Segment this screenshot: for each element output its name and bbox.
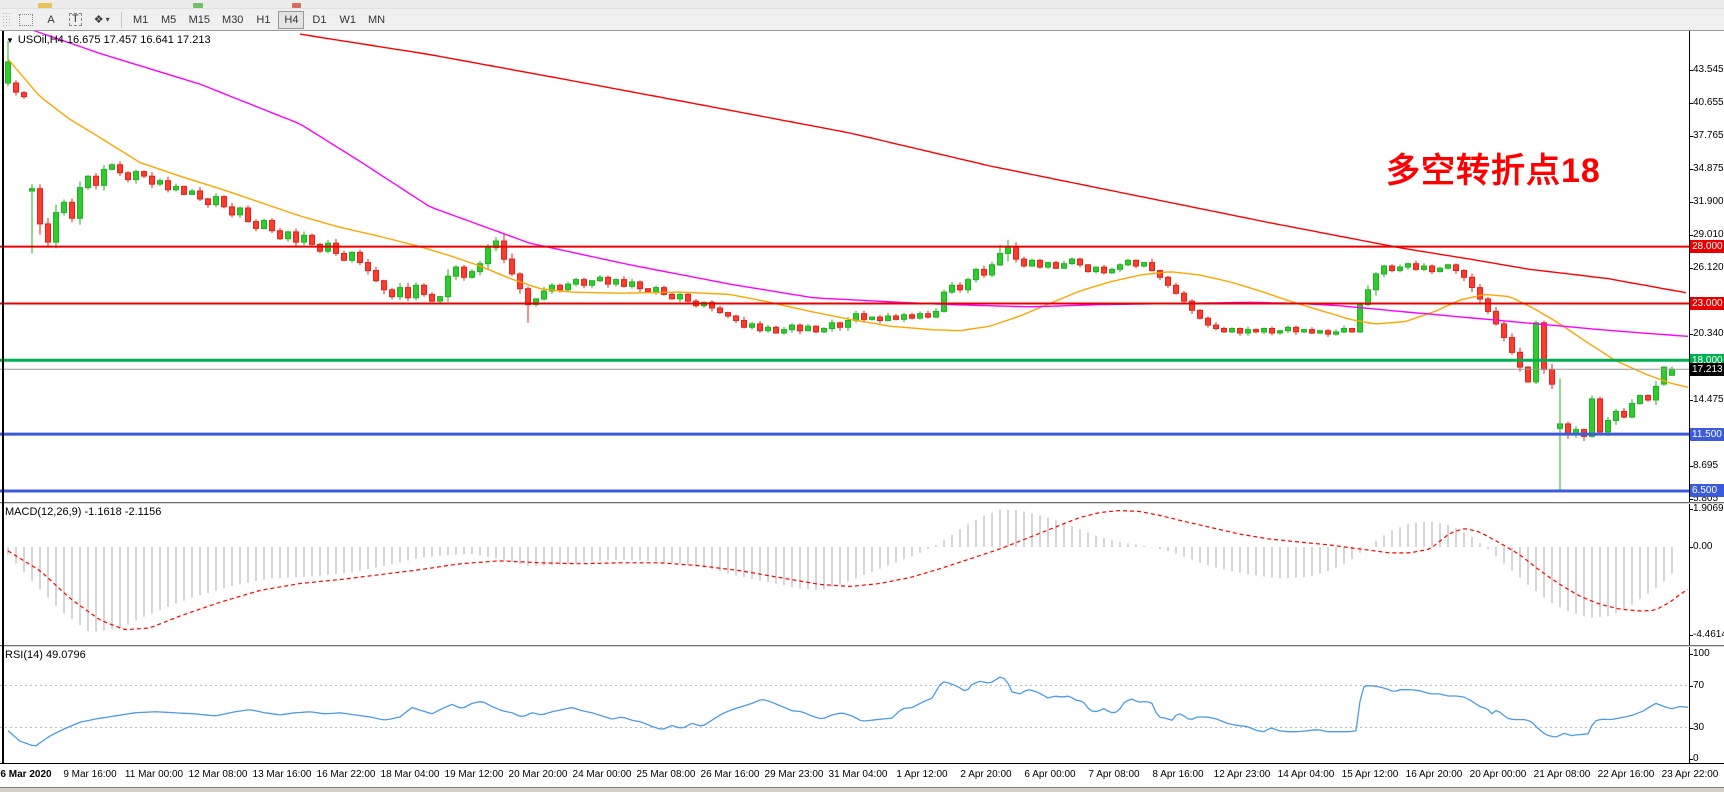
chart-region: ▼ USOil,H4 16.675 17.457 16.641 17.213 多空… <box>0 31 1724 792</box>
price-axis-label: 0 <box>1693 753 1699 764</box>
rsi-indicator-label: RSI(14) 49.0796 <box>5 649 86 661</box>
time-axis-label: 21 Apr 08:00 <box>1534 769 1591 780</box>
price-axis-label: 1.9069 <box>1693 503 1724 514</box>
time-axis-label: 9 Mar 16:00 <box>63 769 116 780</box>
ohlc-values: 16.675 17.457 16.641 17.213 <box>67 34 211 46</box>
text-label-button[interactable]: A <box>40 11 62 29</box>
time-axis-label: 6 Mar 2020 <box>0 769 51 780</box>
time-axis-label: 12 Apr 23:00 <box>1214 769 1271 780</box>
time-axis-label: 16 Mar 22:00 <box>317 769 376 780</box>
price-axis-label: 100 <box>1693 648 1710 659</box>
price-axis-label: 43.545 <box>1693 64 1724 75</box>
timeframe-button-m15[interactable]: M15 <box>184 11 215 29</box>
time-axis-label: 15 Apr 12:00 <box>1342 769 1399 780</box>
timeframe-button-h4[interactable]: H4 <box>278 11 304 29</box>
letter-t-icon: T <box>69 13 82 26</box>
price-axis-label: 0.00 <box>1693 541 1712 552</box>
timeframe-button-h1[interactable]: H1 <box>250 11 276 29</box>
time-axis-label: 8 Apr 16:00 <box>1152 769 1203 780</box>
time-axis-label: 31 Mar 04:00 <box>829 769 888 780</box>
price-tag-6.500: 6.500 <box>1690 484 1724 497</box>
macd-current-values: -1.1618 -2.1156 <box>84 506 161 518</box>
time-axis-label: 13 Mar 16:00 <box>253 769 312 780</box>
price-axis-label: 34.875 <box>1693 163 1724 174</box>
time-axis-label: 12 Mar 08:00 <box>189 769 248 780</box>
macd-pane[interactable]: MACD(12,26,9) -1.1618 -2.1156 <box>0 504 1689 645</box>
time-axis-label: 7 Apr 08:00 <box>1088 769 1139 780</box>
timeframe-button-d1[interactable]: D1 <box>306 11 332 29</box>
indicator-grid-button[interactable] <box>14 11 38 29</box>
window-bottom-strip <box>0 787 1724 792</box>
time-axis-label: 11 Mar 00:00 <box>125 769 183 780</box>
timeframe-button-m1[interactable]: M1 <box>128 11 154 29</box>
toolbar-grip[interactable] <box>2 12 10 28</box>
pane-separator[interactable] <box>0 645 1724 647</box>
pane-separator[interactable] <box>0 502 1724 504</box>
timeframe-button-group: M1M5M15M30H1H4D1W1MN <box>127 11 391 29</box>
rsi-chart[interactable] <box>0 647 1689 763</box>
text-box-button[interactable]: T <box>64 11 87 29</box>
macd-indicator-label: MACD(12,26,9) -1.1618 -2.1156 <box>5 506 161 518</box>
time-axis-label: 19 Mar 12:00 <box>445 769 504 780</box>
time-axis[interactable]: 6 Mar 2020 9 Mar 16:00 11 Mar 00:00 12 Mar … <box>0 763 1724 788</box>
price-axis-label: 70 <box>1693 680 1704 691</box>
icon-clipped <box>292 3 301 8</box>
price-axis-label: 37.765 <box>1693 130 1724 141</box>
time-axis-label: 22 Apr 16:00 <box>1598 769 1655 780</box>
price-axis-label: 20.340 <box>1693 328 1724 339</box>
rsi-name: RSI(14) <box>5 649 43 661</box>
price-axis-label: -4.4614 <box>1693 629 1724 640</box>
price-axis-label: 14.475 <box>1693 394 1724 405</box>
window-left-border <box>2 31 4 763</box>
fleur-cursor-icon: ❖ <box>94 13 104 26</box>
timeframe-button-m5[interactable]: M5 <box>156 11 182 29</box>
time-axis-label: 24 Mar 00:00 <box>573 769 632 780</box>
grid-icon <box>19 14 33 26</box>
price-tag-23.000: 23.000 <box>1690 297 1724 310</box>
cursor-tools-button[interactable]: ❖ ▾ <box>89 11 115 29</box>
clipped-upper-toolbar <box>0 0 1724 9</box>
price-tag-17.213: 17.213 <box>1690 363 1724 376</box>
toolbar-separator <box>121 12 122 28</box>
price-axis-label: 8.695 <box>1693 460 1718 471</box>
price-axis-label: 31.900 <box>1693 196 1724 207</box>
folder-icon-clipped <box>38 3 52 8</box>
time-axis-label: 26 Mar 16:00 <box>701 769 760 780</box>
macd-name: MACD(12,26,9) <box>5 506 81 518</box>
price-axis-label: 26.120 <box>1693 262 1724 273</box>
time-axis-label: 23 Apr 22:00 <box>1662 769 1719 780</box>
price-axis-label: 30 <box>1693 722 1704 733</box>
price-axis-label: 29.010 <box>1693 229 1724 240</box>
price-tag-28.000: 28.000 <box>1690 240 1724 253</box>
time-axis-label: 25 Mar 08:00 <box>637 769 696 780</box>
time-axis-label: 16 Apr 20:00 <box>1406 769 1463 780</box>
rsi-current-value: 49.0796 <box>46 649 86 661</box>
bull-bear-turning-point-annotation[interactable]: 多空转折点18 <box>1386 143 1601 192</box>
candlestick-chart[interactable] <box>0 31 1689 502</box>
chart-title: ▼ USOil,H4 16.675 17.457 16.641 17.213 <box>6 34 211 46</box>
chart-toolbar: A T ❖ ▾ M1M5M15M30H1H4D1W1MN <box>0 9 1724 31</box>
price-chart-pane[interactable]: ▼ USOil,H4 16.675 17.457 16.641 17.213 多空… <box>0 31 1689 502</box>
chevron-down-icon: ▾ <box>106 15 110 24</box>
time-axis-label: 1 Apr 12:00 <box>896 769 947 780</box>
macd-chart[interactable] <box>0 504 1689 645</box>
time-axis-label: 6 Apr 00:00 <box>1024 769 1075 780</box>
price-axis[interactable]: 43.545 40.655 37.765 34.875 31.900 29.010 26.1… <box>1689 31 1724 763</box>
timeframe-button-w1[interactable]: W1 <box>334 11 361 29</box>
chart-dropdown-icon[interactable]: ▼ <box>6 36 14 45</box>
price-axis-label: 40.655 <box>1693 97 1724 108</box>
price-tag-11.500: 11.500 <box>1690 428 1724 441</box>
time-axis-label: 20 Apr 00:00 <box>1470 769 1527 780</box>
timeframe-button-mn[interactable]: MN <box>363 11 390 29</box>
time-axis-label: 14 Apr 04:00 <box>1278 769 1335 780</box>
time-axis-label: 2 Apr 20:00 <box>960 769 1011 780</box>
time-axis-label: 29 Mar 23:00 <box>765 769 824 780</box>
symbol-period-label: USOil,H4 <box>18 34 64 46</box>
time-axis-label: 20 Mar 20:00 <box>509 769 568 780</box>
timeframe-button-m30[interactable]: M30 <box>217 11 248 29</box>
time-axis-label: 18 Mar 04:00 <box>381 769 440 780</box>
chart-icon-clipped <box>193 3 203 8</box>
letter-a-icon: A <box>47 14 54 26</box>
rsi-pane[interactable]: RSI(14) 49.0796 <box>0 647 1689 763</box>
